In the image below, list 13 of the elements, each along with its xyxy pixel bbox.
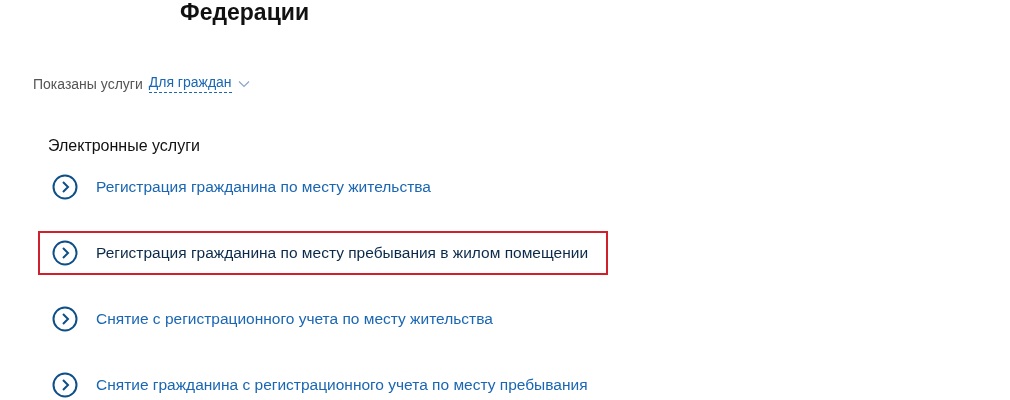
- chevron-circle-icon: [52, 306, 78, 332]
- section-title: Электронные услуги: [48, 137, 201, 155]
- page-heading: Федерации: [179, 0, 311, 26]
- chevron-circle-icon: [52, 174, 78, 200]
- service-link[interactable]: Регистрация гражданина по месту жительства: [38, 165, 445, 209]
- chevron-down-icon[interactable]: [237, 79, 250, 88]
- service-link[interactable]: Регистрация гражданина по месту пребывания в жилом помещении: [38, 231, 609, 275]
- filter-label: Показаны услуги: [33, 75, 143, 92]
- chevron-circle-icon: [52, 240, 78, 266]
- filter-dropdown[interactable]: Для граждан: [148, 74, 232, 93]
- service-link[interactable]: Снятие гражданина с регистрационного учета по месту пребывания: [38, 363, 602, 400]
- service-link[interactable]: Снятие с регистрационного учета по месту жительства: [38, 297, 507, 341]
- chevron-circle-icon: [52, 372, 78, 398]
